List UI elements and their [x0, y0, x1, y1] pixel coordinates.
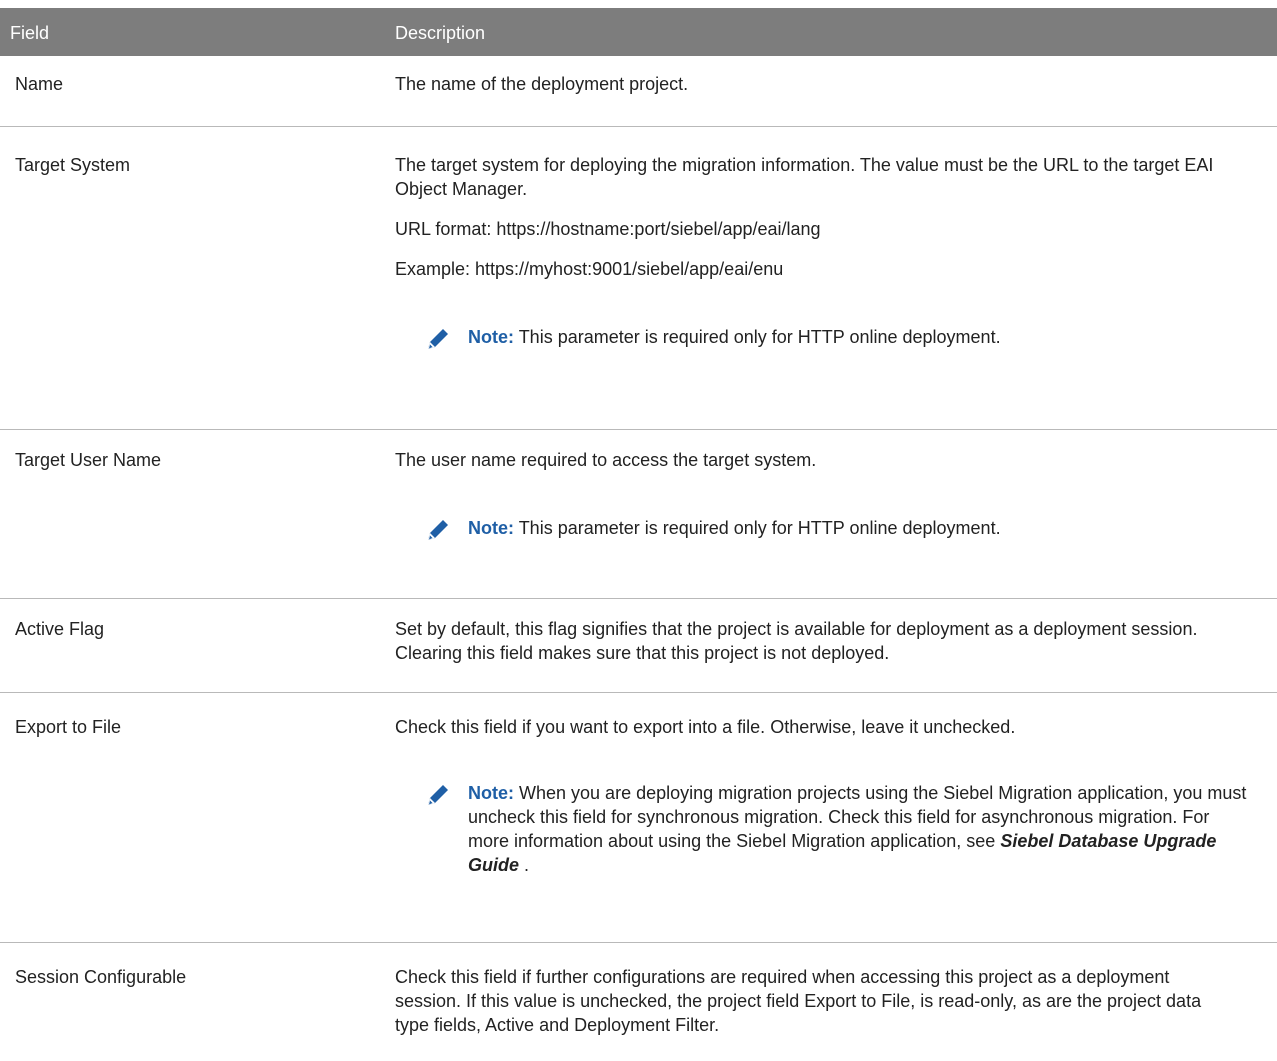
field-description: Check this field if you want to export i… — [395, 715, 1255, 877]
field-name: Active Flag — [15, 619, 105, 639]
description-text: The user name required to access the tar… — [395, 450, 817, 470]
table-row-target-user-name: Target User Name The user name required … — [0, 430, 1277, 599]
field-name: Export to File — [15, 717, 122, 737]
note-text: This parameter is required only for HTTP… — [518, 518, 1001, 538]
note-block: Note: This parameter is required only fo… — [395, 325, 1255, 349]
note-label: Note: — [468, 783, 514, 803]
pencil-icon — [428, 520, 448, 540]
note-label: Note: — [468, 327, 514, 347]
column-header-field: Field — [10, 23, 50, 43]
field-name: Session Configurable — [15, 967, 187, 987]
note-text: This parameter is required only for HTTP… — [518, 327, 1001, 347]
note-label: Note: — [468, 518, 514, 538]
field-description: The target system for deploying the migr… — [395, 153, 1255, 349]
field-description: Check this field if further configuratio… — [395, 965, 1240, 1053]
description-text: The target system for deploying the migr… — [395, 155, 1214, 199]
description-text: Check this field if you want to export i… — [395, 717, 1016, 737]
note-block: Note: This parameter is required only fo… — [395, 516, 1255, 540]
description-text: URL format: https://hostname:port/siebel… — [395, 219, 821, 239]
description-text: Example: https://myhost:9001/siebel/app/… — [395, 259, 784, 279]
table-row-export-to-file: Export to File Check this field if you w… — [0, 693, 1277, 943]
note-text-end: . — [519, 855, 530, 875]
field-name: Target User Name — [15, 450, 162, 470]
pencil-icon — [428, 785, 448, 805]
field-description: Set by default, this flag signifies that… — [395, 617, 1255, 681]
pencil-icon — [428, 329, 448, 349]
table-row-session-configurable: Session Configurable Check this field if… — [0, 943, 1277, 1061]
table-header: Field Description — [0, 8, 1277, 56]
description-text: Check this field if further configuratio… — [395, 967, 1202, 1035]
table-row-name: Name The name of the deployment project. — [0, 56, 1277, 127]
field-name: Name — [15, 74, 64, 94]
field-description: The user name required to access the tar… — [395, 448, 1255, 540]
column-header-description: Description — [395, 23, 486, 43]
field-name: Target System — [15, 155, 131, 175]
description-text: Set by default, this flag signifies that… — [395, 619, 1198, 663]
field-description: The name of the deployment project. — [395, 72, 1255, 112]
note-block: Note: When you are deploying migration p… — [395, 781, 1255, 877]
table-row-active-flag: Active Flag Set by default, this flag si… — [0, 599, 1277, 693]
table-row-target-system: Target System The target system for depl… — [0, 127, 1277, 430]
description-text: The name of the deployment project. — [395, 74, 689, 94]
fields-table: Field Description Name The name of the d… — [0, 8, 1277, 1035]
